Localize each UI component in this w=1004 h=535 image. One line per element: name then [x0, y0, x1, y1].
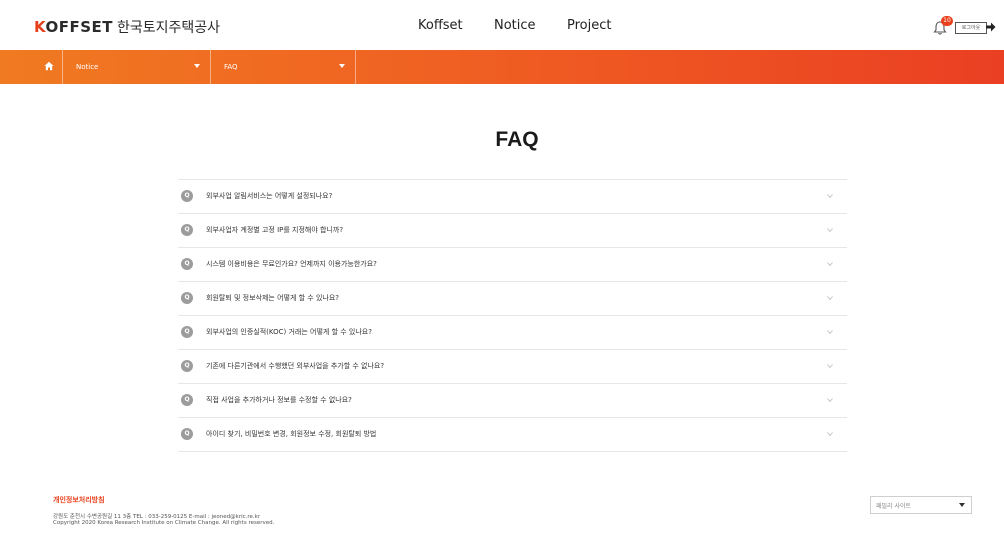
alarm-count-badge: 10 — [941, 16, 953, 26]
faq-item[interactable]: Q 시스템 이용비용은 무료인가요? 언제까지 이용가능한가요? — [178, 248, 847, 282]
faq-question: 외부사업자 계정별 고정 IP를 지정해야 합니까? — [206, 226, 344, 234]
q-badge: Q — [181, 292, 193, 304]
chevron-down-icon — [827, 398, 833, 403]
chevron-down-icon — [827, 228, 833, 233]
home-button[interactable] — [37, 50, 63, 84]
location-bar: Notice FAQ — [0, 50, 1004, 84]
location-select-faq[interactable]: FAQ — [211, 50, 356, 84]
family-site-select[interactable]: 패밀리 사이트 — [870, 496, 972, 514]
faq-question: 직접 사업을 추가하거나 정보를 수정할 수 없나요? — [206, 396, 352, 404]
location-label: FAQ — [224, 63, 238, 71]
q-badge: Q — [181, 190, 193, 202]
q-badge: Q — [181, 326, 193, 338]
faq-question: 아이디 찾기, 비밀번호 변경, 회원정보 수정, 회원탈퇴 방법 — [206, 430, 377, 438]
logo-letter-k: K — [34, 18, 46, 36]
faq-question: 회원탈퇴 및 정보삭제는 어떻게 할 수 있나요? — [206, 294, 339, 302]
site-logo[interactable]: KOFFSET 한국토지주택공사 — [34, 17, 220, 37]
faq-question: 시스템 이용비용은 무료인가요? 언제까지 이용가능한가요? — [206, 260, 377, 268]
nav-project[interactable]: Project — [567, 18, 611, 33]
site-header: KOFFSET 한국토지주택공사 Koffset Notice Project 1… — [0, 0, 1004, 50]
logo-wordmark: OFFSET — [45, 18, 113, 36]
q-badge: Q — [181, 428, 193, 440]
logout-arrow-icon[interactable] — [986, 21, 996, 33]
location-label: Notice — [76, 63, 99, 71]
faq-list: Q 외부사업 알림서비스는 어떻게 설정되나요? Q 외부사업자 계정별 고정 … — [178, 179, 847, 452]
caret-down-icon — [959, 503, 965, 507]
faq-item[interactable]: Q 회원탈퇴 및 정보삭제는 어떻게 할 수 있나요? — [178, 282, 847, 316]
chevron-down-icon — [827, 194, 833, 199]
logout-button[interactable]: 로그아웃 — [955, 22, 987, 34]
nav-koffset[interactable]: Koffset — [418, 18, 463, 33]
nav-notice[interactable]: Notice — [494, 18, 536, 33]
page-title: FAQ — [495, 128, 539, 151]
privacy-policy-link[interactable]: 개인정보처리방침 — [53, 495, 105, 505]
chevron-down-icon — [827, 364, 833, 369]
caret-down-icon — [339, 64, 345, 68]
footer-address: 강원도 춘천시 수변공원길 11 3층 TEL : 033-259-0125 E… — [53, 514, 261, 520]
faq-item[interactable]: Q 아이디 찾기, 비밀번호 변경, 회원정보 수정, 회원탈퇴 방법 — [178, 418, 847, 452]
faq-item[interactable]: Q 직접 사업을 추가하거나 정보를 수정할 수 없나요? — [178, 384, 847, 418]
faq-item[interactable]: Q 외부사업의 인증실적(KOC) 거래는 어떻게 할 수 있나요? — [178, 316, 847, 350]
logo-korean: 한국토지주택공사 — [116, 20, 221, 36]
faq-question: 외부사업 알림서비스는 어떻게 설정되나요? — [206, 192, 333, 200]
family-site-label: 패밀리 사이트 — [876, 503, 912, 510]
q-badge: Q — [181, 258, 193, 270]
location-select-notice[interactable]: Notice — [63, 50, 211, 84]
faq-question: 기존에 다른기관에서 수행했던 외부사업을 추가할 수 없나요? — [206, 362, 385, 370]
chevron-down-icon — [827, 330, 833, 335]
caret-down-icon — [194, 64, 200, 68]
q-badge: Q — [181, 224, 193, 236]
q-badge: Q — [181, 394, 193, 406]
chevron-down-icon — [827, 296, 833, 301]
q-badge: Q — [181, 360, 193, 372]
faq-question: 외부사업의 인증실적(KOC) 거래는 어떻게 할 수 있나요? — [206, 328, 372, 336]
footer-copyright: Copyright 2020 Korea Research Institute … — [53, 520, 275, 526]
faq-item[interactable]: Q 기존에 다른기관에서 수행했던 외부사업을 추가할 수 없나요? — [178, 350, 847, 384]
faq-item[interactable]: Q 외부사업 알림서비스는 어떻게 설정되나요? — [178, 180, 847, 214]
chevron-down-icon — [827, 432, 833, 437]
chevron-down-icon — [827, 262, 833, 267]
home-icon — [44, 61, 54, 71]
faq-item[interactable]: Q 외부사업자 계정별 고정 IP를 지정해야 합니까? — [178, 214, 847, 248]
